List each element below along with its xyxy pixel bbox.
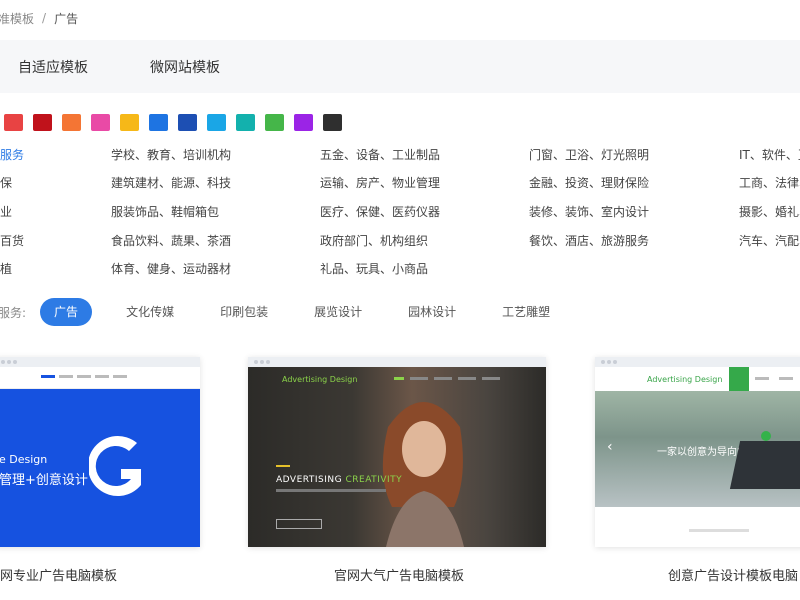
category-link[interactable]: 运输、房产、物业管理 <box>320 174 440 191</box>
category-link[interactable]: 礼品、玩具、小商品 <box>320 260 428 277</box>
color-swatch[interactable] <box>4 114 23 131</box>
category-link[interactable]: 装修、装饰、室内设计 <box>529 203 649 220</box>
service-filter-label: 服务: <box>0 305 27 320</box>
breadcrumb-separator: / <box>42 11 47 25</box>
color-swatch[interactable] <box>33 114 52 131</box>
tab-micro-site-template[interactable]: 微网站模板 <box>150 57 220 77</box>
browser-chrome <box>0 357 200 367</box>
preview-nav <box>0 367 200 389</box>
category-link[interactable]: 建筑建材、能源、科技 <box>111 174 231 191</box>
template-card-title[interactable]: 网专业广告电脑模板 <box>0 565 117 584</box>
service-pill-printing-packaging[interactable]: 印刷包装 <box>206 298 282 326</box>
color-swatch[interactable] <box>149 114 168 131</box>
browser-chrome <box>248 357 546 367</box>
category-link[interactable]: 保 <box>0 174 12 191</box>
category-link[interactable]: 摄影、婚礼、 <box>739 203 800 220</box>
category-link[interactable]: 植 <box>0 260 12 277</box>
category-row: 保 建筑建材、能源、科技 运输、房产、物业管理 金融、投资、理财保险 工商、法律… <box>0 174 800 202</box>
preview-photo: ‹ 一家以创意为导向的广告公司 <box>595 391 800 507</box>
service-pill-garden-design[interactable]: 园林设计 <box>394 298 470 326</box>
carousel-prev-icon: ‹ <box>607 439 613 455</box>
service-pill-exhibition-design[interactable]: 展览设计 <box>300 298 376 326</box>
breadcrumb-current: 广告 <box>54 11 79 26</box>
service-filter: 服务: 广告 文化传媒 印刷包装 展览设计 园林设计 工艺雕塑 <box>0 298 564 326</box>
browser-chrome <box>595 357 800 367</box>
category-link[interactable]: 金融、投资、理财保险 <box>529 174 649 191</box>
color-swatch[interactable] <box>178 114 197 131</box>
preview-hero: e Design 管理+创意设计 <box>0 389 200 547</box>
laptop-icon <box>729 441 800 489</box>
template-type-tabs: 自适应模板 微网站模板 <box>0 40 800 93</box>
category-link[interactable]: 服务 <box>0 146 24 163</box>
color-swatch[interactable] <box>62 114 81 131</box>
category-row: 业 服装饰品、鞋帽箱包 医疗、保健、医药仪器 装修、装饰、室内设计 摄影、婚礼、 <box>0 203 800 231</box>
category-link[interactable]: 业 <box>0 203 12 220</box>
category-link[interactable]: 学校、教育、培训机构 <box>111 146 231 163</box>
g-logo-icon <box>89 436 141 497</box>
template-card-title[interactable]: 官网大气广告电脑模板 <box>334 565 464 584</box>
service-pill-craft-sculpture[interactable]: 工艺雕塑 <box>488 298 564 326</box>
category-row: 百货 食品饮料、蔬果、茶酒 政府部门、机构组织 餐饮、酒店、旅游服务 汽车、汽配… <box>0 232 800 260</box>
breadcrumb-parent[interactable]: 准模板 <box>0 10 34 27</box>
color-swatch[interactable] <box>91 114 110 131</box>
category-link[interactable]: 服装饰品、鞋帽箱包 <box>111 203 219 220</box>
category-link[interactable]: 五金、设备、工业制品 <box>320 146 440 163</box>
preview-tagline: ADVERTISING CREATIVITY <box>276 475 403 485</box>
category-link[interactable]: 食品饮料、蔬果、茶酒 <box>111 232 231 249</box>
hero-line-1: e Design <box>0 453 48 466</box>
template-card-thumbnail[interactable]: Advertising Design ‹ 一家以创意为导向的广告公司 <box>595 357 800 547</box>
woman-portrait-icon <box>382 402 464 547</box>
preview-brand: Advertising Design <box>647 375 723 384</box>
preview-photo: Advertising Design ADVERTISING CREATIVIT… <box>248 367 546 547</box>
category-link[interactable]: 医疗、保健、医药仪器 <box>320 203 440 220</box>
preview-brand: Advertising Design <box>282 375 358 384</box>
category-row: 植 体育、健身、运动器材 礼品、玩具、小商品 <box>0 260 800 288</box>
service-pill-culture-media[interactable]: 文化传媒 <box>112 298 188 326</box>
category-link[interactable]: 汽车、汽配、 <box>739 232 800 249</box>
color-swatch[interactable] <box>207 114 226 131</box>
color-swatch[interactable] <box>120 114 139 131</box>
preview-nav: Advertising Design <box>595 367 800 391</box>
category-link[interactable]: IT、软件、互 <box>739 146 800 163</box>
hero-line-2: 管理+创意设计 <box>0 473 88 488</box>
breadcrumb: 准模板 / 广告 <box>0 0 78 36</box>
category-row: 服务 学校、教育、培训机构 五金、设备、工业制品 门窗、卫浴、灯光照明 IT、软… <box>0 146 800 174</box>
template-card-thumbnail[interactable]: Advertising Design ADVERTISING CREATIVIT… <box>248 357 546 547</box>
service-pill-advertising[interactable]: 广告 <box>40 298 93 326</box>
color-swatch[interactable] <box>265 114 284 131</box>
tab-responsive-template[interactable]: 自适应模板 <box>18 57 88 77</box>
category-link[interactable]: 工商、法律、 <box>739 174 800 191</box>
color-swatch[interactable] <box>294 114 313 131</box>
template-card-thumbnail[interactable]: e Design 管理+创意设计 <box>0 357 200 547</box>
accent-line <box>276 465 290 467</box>
color-swatch[interactable] <box>323 114 342 131</box>
color-swatch[interactable] <box>236 114 255 131</box>
category-link[interactable]: 百货 <box>0 232 24 249</box>
category-link[interactable]: 体育、健身、运动器材 <box>111 260 231 277</box>
color-filter <box>4 114 342 131</box>
category-link[interactable]: 餐饮、酒店、旅游服务 <box>529 232 649 249</box>
template-card-title[interactable]: 创意广告设计模板电脑 <box>668 565 798 584</box>
category-link[interactable]: 门窗、卫浴、灯光照明 <box>529 146 649 163</box>
category-link[interactable]: 政府部门、机构组织 <box>320 232 428 249</box>
